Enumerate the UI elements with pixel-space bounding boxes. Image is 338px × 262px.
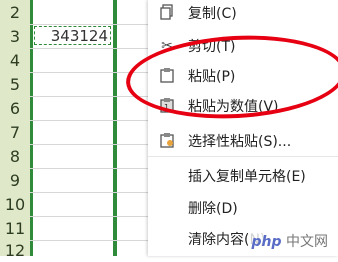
svg-text:1: 1: [164, 103, 169, 112]
menu-item-paste-values[interactable]: 1 粘贴为数值(V): [148, 91, 338, 119]
copy-icon: [158, 4, 176, 22]
gridline: [30, 216, 160, 217]
gridline: [30, 144, 160, 145]
row-number[interactable]: 5: [0, 74, 30, 96]
row-number[interactable]: 2: [0, 2, 30, 24]
menu-item-label: 删除(D): [188, 201, 238, 217]
watermark-brand: php: [251, 234, 282, 250]
gridline: [30, 24, 160, 25]
menu-item-cut[interactable]: ✂ 剪切(T): [148, 31, 338, 59]
row-number[interactable]: 6: [0, 98, 30, 120]
row-number[interactable]: 8: [0, 146, 30, 168]
gridline: [30, 96, 160, 97]
watermark-text: 中文网: [286, 234, 328, 250]
menu-item-label: 粘贴为数值(V): [188, 99, 279, 115]
watermark: php 中文网: [247, 230, 332, 252]
menu-item-delete[interactable]: 删除(D): [148, 193, 338, 221]
gridline: [30, 240, 160, 241]
menu-item-label: 复制(C): [188, 6, 237, 22]
row-number[interactable]: 9: [0, 170, 30, 192]
column-selection-edge: [30, 0, 33, 256]
paste-icon: [158, 67, 176, 85]
column-selection-edge: [113, 0, 117, 256]
menu-item-label: 选择性粘贴(S)...: [188, 134, 292, 150]
copied-cell[interactable]: 343124: [34, 26, 111, 45]
menu-item-copy[interactable]: 复制(C): [148, 0, 338, 26]
menu-item-label: 剪切(T): [188, 39, 236, 55]
menu-item-label: 粘贴(P): [188, 69, 236, 85]
paste-special-icon: [158, 132, 176, 150]
gridline: [30, 120, 160, 121]
gridline: [30, 72, 160, 73]
row-number[interactable]: 3: [0, 26, 30, 48]
menu-separator: [148, 156, 338, 157]
row-number[interactable]: 4: [0, 50, 30, 72]
context-menu: 复制(C) ✂ 剪切(T) 粘贴(P) 1 粘贴为数值(V) 选择性粘贴(S).…: [148, 0, 338, 256]
scissors-icon: ✂: [161, 38, 173, 54]
row-number[interactable]: 11: [0, 218, 30, 240]
row-number[interactable]: 10: [0, 194, 30, 216]
menu-item-insert-copied-cells[interactable]: 插入复制单元格(E): [148, 161, 338, 189]
menu-item-paste[interactable]: 粘贴(P): [148, 61, 338, 89]
gridline: [30, 192, 160, 193]
row-number[interactable]: 12: [0, 240, 30, 262]
gridline: [30, 168, 160, 169]
menu-item-paste-special[interactable]: 选择性粘贴(S)...: [148, 126, 338, 154]
paste-values-icon: 1: [158, 97, 176, 115]
menu-item-label: 插入复制单元格(E): [188, 169, 306, 185]
row-number[interactable]: 7: [0, 122, 30, 144]
gridline: [30, 48, 160, 49]
row-header-column: 2 3 4 5 6 7 8 9 10 11 12: [0, 0, 31, 260]
